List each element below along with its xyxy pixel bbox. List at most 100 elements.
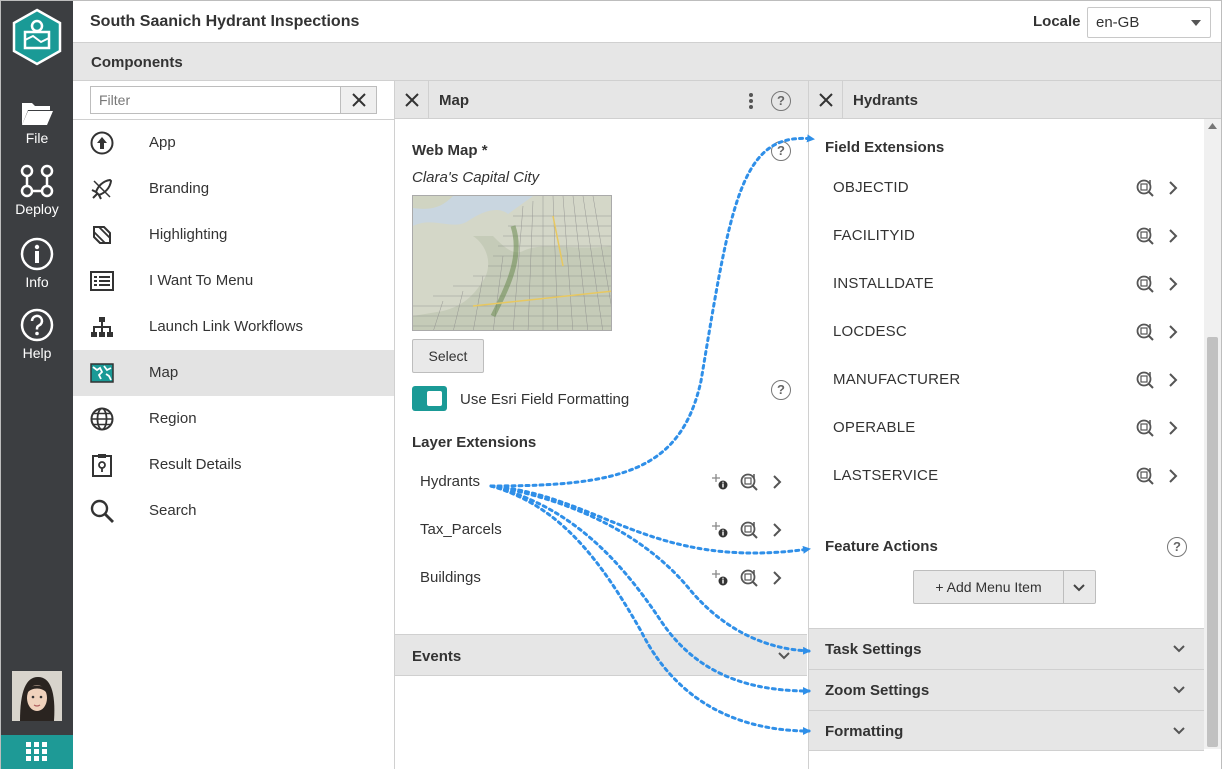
- more-vertical-icon[interactable]: [748, 92, 754, 110]
- hydrants-scrollbar[interactable]: [1204, 119, 1221, 749]
- field-row-operable[interactable]: OPERABLE: [809, 405, 1204, 453]
- chevron-right-icon[interactable]: [1168, 468, 1178, 484]
- help-icon[interactable]: ?: [771, 141, 791, 161]
- help-icon: [20, 308, 54, 342]
- component-item-map[interactable]: Map: [73, 350, 394, 396]
- component-item-app[interactable]: App: [73, 120, 394, 166]
- locale-label: Locale: [1033, 13, 1081, 30]
- search-field-icon[interactable]: [1135, 370, 1155, 390]
- close-icon: [352, 93, 366, 107]
- chevron-down-icon: [1173, 645, 1185, 653]
- clear-filter-button[interactable]: [340, 87, 376, 113]
- hydrants-panel-title: Hydrants: [853, 92, 919, 109]
- rail-help-button[interactable]: Help: [1, 308, 73, 361]
- info-icon: [20, 237, 54, 271]
- component-label: Branding: [149, 180, 210, 197]
- close-hydrants-panel-button[interactable]: [809, 81, 843, 119]
- close-map-panel-button[interactable]: [395, 81, 429, 119]
- search-field-icon[interactable]: [739, 472, 759, 492]
- chevron-right-icon[interactable]: [1168, 276, 1178, 292]
- add-menu-item-button[interactable]: + Add Menu Item: [913, 570, 1096, 604]
- map-panel-header: Map ?: [395, 81, 808, 119]
- search-field-icon[interactable]: [1135, 322, 1155, 342]
- search-field-icon[interactable]: [1135, 178, 1155, 198]
- help-icon[interactable]: ?: [1167, 537, 1187, 557]
- user-avatar[interactable]: [12, 671, 62, 721]
- app-logo-icon[interactable]: [11, 8, 63, 66]
- web-map-label: Web Map *: [412, 142, 488, 159]
- component-item-region[interactable]: Region: [73, 396, 394, 442]
- add-info-icon[interactable]: [711, 473, 729, 491]
- rail-info-button[interactable]: Info: [1, 237, 73, 290]
- select-web-map-button[interactable]: Select: [412, 339, 484, 373]
- help-icon[interactable]: ?: [771, 91, 791, 111]
- layer-name: Buildings: [420, 569, 481, 586]
- layer-extensions-label: Layer Extensions: [412, 434, 537, 451]
- dropdown-caret-icon: [1191, 20, 1201, 26]
- chevron-right-icon[interactable]: [1168, 228, 1178, 244]
- web-map-name: Clara's Capital City: [412, 169, 540, 186]
- field-row-facilityid[interactable]: FACILITYID: [809, 213, 1204, 261]
- chevron-right-icon[interactable]: [1168, 372, 1178, 388]
- chevron-right-icon[interactable]: [1168, 324, 1178, 340]
- component-item-branding[interactable]: Branding: [73, 166, 394, 212]
- field-name: FACILITYID: [833, 227, 916, 244]
- task-settings-section[interactable]: Task Settings: [809, 628, 1204, 669]
- close-icon: [819, 93, 833, 107]
- rail-deploy-button[interactable]: Deploy: [1, 164, 73, 217]
- component-item-highlighting[interactable]: Highlighting: [73, 212, 394, 258]
- folder-icon: [22, 103, 53, 125]
- rail-file-button[interactable]: File: [1, 99, 73, 146]
- help-icon[interactable]: ?: [771, 380, 791, 400]
- search-field-icon[interactable]: [739, 520, 759, 540]
- apps-grid-button[interactable]: [1, 735, 73, 769]
- formatting-section[interactable]: Formatting: [809, 710, 1204, 751]
- component-item-i-want-to-menu[interactable]: I Want To Menu: [73, 258, 394, 304]
- events-section-header[interactable]: Events: [395, 634, 807, 676]
- search-field-icon[interactable]: [1135, 466, 1155, 486]
- layer-name: Hydrants: [420, 473, 481, 490]
- search-field-icon[interactable]: [1135, 418, 1155, 438]
- events-label: Events: [412, 648, 462, 665]
- deploy-icon: [20, 164, 54, 198]
- scroll-up-icon[interactable]: [1208, 123, 1217, 129]
- component-label: I Want To Menu: [149, 272, 254, 289]
- field-extensions-label: Field Extensions: [825, 139, 945, 156]
- field-row-objectid[interactable]: OBJECTID: [809, 165, 1204, 213]
- chevron-right-icon[interactable]: [772, 474, 782, 490]
- esri-field-formatting-toggle[interactable]: [412, 386, 447, 411]
- search-field-icon[interactable]: [1135, 274, 1155, 294]
- toggle-label: Use Esri Field Formatting: [460, 391, 630, 408]
- field-row-manufacturer[interactable]: MANUFACTURER: [809, 357, 1204, 405]
- locale-select[interactable]: en-GB: [1087, 7, 1211, 38]
- component-item-launch-link-workflows[interactable]: Launch Link Workflows: [73, 304, 394, 350]
- layer-row-buildings[interactable]: Buildings: [395, 555, 807, 603]
- field-row-installdate[interactable]: INSTALLDATE: [809, 261, 1204, 309]
- add-info-icon[interactable]: [711, 569, 729, 587]
- component-label: Region: [149, 410, 197, 427]
- chevron-down-icon[interactable]: [1072, 583, 1086, 593]
- add-info-icon[interactable]: [711, 521, 729, 539]
- field-name: MANUFACTURER: [833, 371, 961, 388]
- component-item-search[interactable]: Search: [73, 488, 394, 534]
- sitemap-icon: [91, 317, 113, 337]
- filter-input[interactable]: [91, 87, 341, 113]
- component-item-result-details[interactable]: Result Details: [73, 442, 394, 488]
- chevron-right-icon[interactable]: [1168, 420, 1178, 436]
- field-row-locdesc[interactable]: LOCDESC: [809, 309, 1204, 357]
- scrollbar-thumb[interactable]: [1207, 337, 1218, 747]
- layer-row-tax-parcels[interactable]: Tax_Parcels: [395, 507, 807, 555]
- layer-row-hydrants[interactable]: Hydrants: [395, 459, 807, 507]
- field-name: INSTALLDATE: [833, 275, 934, 292]
- add-menu-item-label: + Add Menu Item: [914, 571, 1064, 603]
- chevron-right-icon[interactable]: [772, 522, 782, 538]
- chevron-right-icon[interactable]: [772, 570, 782, 586]
- upload-circle-icon: [90, 131, 114, 155]
- app-window: File Deploy Info Help South Saanich Hydr…: [0, 0, 1222, 769]
- search-field-icon[interactable]: [739, 568, 759, 588]
- search-field-icon[interactable]: [1135, 226, 1155, 246]
- search-icon: [90, 499, 114, 523]
- chevron-right-icon[interactable]: [1168, 180, 1178, 196]
- zoom-settings-section[interactable]: Zoom Settings: [809, 669, 1204, 710]
- field-row-lastservice[interactable]: LASTSERVICE: [809, 453, 1204, 501]
